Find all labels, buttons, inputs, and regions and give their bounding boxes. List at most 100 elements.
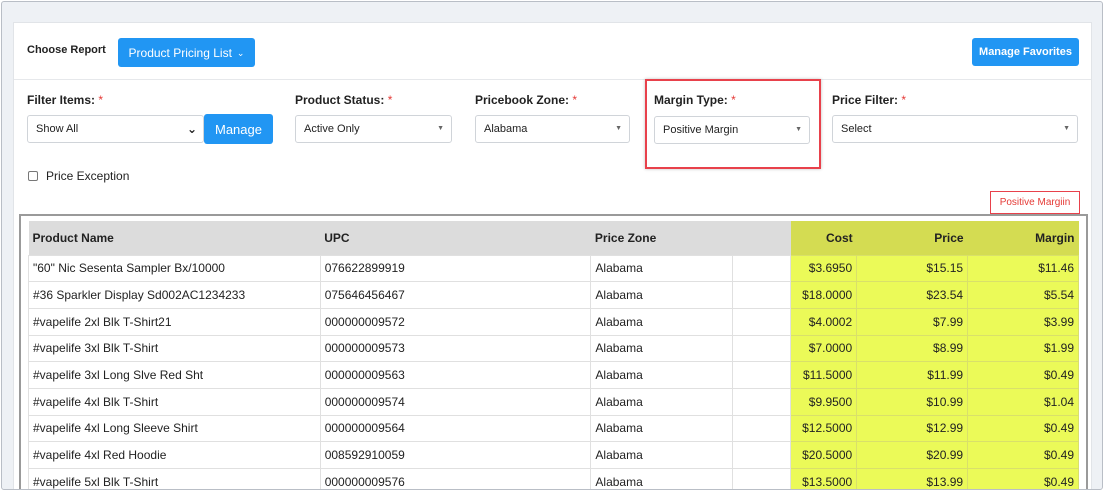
cell-margin: $5.54 — [967, 281, 1079, 309]
cell-cost: $3.6950 — [790, 254, 858, 283]
cell-price: $8.99 — [856, 334, 969, 363]
cell-price-zone: Alabama — [590, 307, 734, 336]
column-header-price[interactable]: Price — [856, 221, 968, 255]
cell-cost: $7.0000 — [790, 334, 858, 363]
column-header-margin[interactable]: Margin — [967, 221, 1079, 255]
report-dropdown-button[interactable]: Product Pricing List ⌄ — [118, 38, 255, 67]
cell-upc: 076622899919 — [319, 254, 592, 283]
cell-upc: 075646456467 — [319, 281, 592, 309]
cell-price: $11.99 — [856, 361, 969, 389]
cell-blank — [732, 414, 792, 443]
filter-items-select[interactable]: Show All ⌄ — [27, 115, 204, 143]
margin-type-highlight — [645, 79, 821, 169]
table-row[interactable]: #vapelife 3xl Long Slve Red Sht 000000009… — [28, 361, 1079, 389]
table-row[interactable]: #vapelife 2xl Blk T-Shirt21 000000009572 A… — [28, 307, 1079, 336]
product-status-value: Active Only — [304, 123, 360, 135]
cell-price-zone: Alabama — [590, 468, 734, 489]
table-row[interactable]: #vapelife 4xl Red Hoodie 008592910059 Alab… — [28, 441, 1079, 469]
pricing-table: Product Name UPC Price Zone Cost Price M… — [28, 221, 1079, 489]
report-header: Choose Report Product Pricing List ⌄ Mana… — [14, 23, 1091, 80]
cell-upc: 000000009574 — [319, 387, 592, 416]
cell-margin: $0.49 — [967, 441, 1079, 469]
table-row[interactable]: #vapelife 4xl Long Sleeve Shirt 000000009… — [28, 414, 1079, 443]
column-header-cost[interactable]: Cost — [790, 221, 857, 255]
cell-blank — [732, 468, 792, 489]
pricebook-zone-label: Pricebook Zone: * — [475, 93, 578, 107]
cell-margin: $11.46 — [967, 254, 1079, 283]
pricebook-zone-value: Alabama — [484, 123, 528, 135]
manage-favorites-button[interactable]: Manage Favorites — [972, 38, 1079, 66]
cell-margin: $1.04 — [967, 387, 1079, 416]
cell-product-name: #vapelife 3xl Long Slve Red Sht — [28, 361, 321, 389]
cell-upc: 000000009576 — [319, 468, 592, 489]
cell-upc: 000000009564 — [319, 414, 592, 443]
cell-cost: $11.5000 — [790, 361, 858, 389]
price-filter-label: Price Filter: * — [832, 93, 907, 107]
cell-price: $20.99 — [856, 441, 969, 469]
column-header-upc[interactable]: UPC — [320, 221, 591, 255]
chevron-down-icon: ⌄ — [186, 122, 197, 136]
cell-price-zone: Alabama — [590, 441, 734, 469]
cell-cost: $9.9500 — [790, 387, 858, 416]
cell-product-name: #vapelife 4xl Long Sleeve Shirt — [28, 414, 321, 443]
cell-cost: $13.5000 — [790, 468, 858, 489]
price-exception-label: Price Exception — [46, 169, 130, 183]
filter-items-value: Show All — [36, 123, 79, 135]
cell-product-name: #vapelife 4xl Red Hoodie — [28, 441, 321, 469]
price-filter-select[interactable]: Select ▼ — [832, 115, 1078, 143]
cell-blank — [732, 334, 792, 363]
table-row[interactable]: "60" Nic Sesenta Sampler Bx/10000 0766228… — [28, 254, 1079, 283]
cell-upc: 000000009572 — [319, 307, 592, 336]
pricebook-zone-select[interactable]: Alabama ▼ — [475, 115, 630, 143]
cell-price: $13.99 — [856, 468, 969, 489]
report-dropdown-label: Product Pricing List — [128, 45, 232, 60]
cell-blank — [732, 441, 792, 469]
table-row[interactable]: #vapelife 3xl Blk T-Shirt 000000009573 Ala… — [28, 334, 1079, 363]
filter-items-label: Filter Items: * — [27, 93, 104, 107]
cell-upc: 000000009573 — [319, 334, 592, 363]
price-exception-checkbox[interactable] — [28, 171, 38, 181]
cell-margin: $1.99 — [967, 334, 1079, 363]
cell-blank — [732, 361, 792, 389]
cell-upc: 008592910059 — [319, 441, 592, 469]
cell-product-name: #vapelife 4xl Blk T-Shirt — [28, 387, 321, 416]
table-row[interactable]: #vapelife 5xl Blk T-Shirt 000000009576 Ala… — [28, 468, 1079, 489]
report-panel: Choose Report Product Pricing List ⌄ Mana… — [13, 22, 1092, 489]
cell-blank — [732, 387, 792, 416]
cell-price: $23.54 — [856, 281, 969, 309]
price-filter-value: Select — [841, 123, 872, 135]
manage-button[interactable]: Manage — [204, 114, 273, 144]
app-frame: Choose Report Product Pricing List ⌄ Mana… — [1, 1, 1103, 490]
product-status-select[interactable]: Active Only ▼ — [295, 115, 452, 143]
cell-price-zone: Alabama — [590, 361, 734, 389]
cell-price-zone: Alabama — [590, 414, 734, 443]
column-header-product-name[interactable]: Product Name — [28, 221, 321, 255]
cell-margin: $3.99 — [967, 307, 1079, 336]
column-header-blank — [732, 221, 791, 255]
cell-blank — [732, 307, 792, 336]
caret-down-icon: ▼ — [615, 125, 622, 132]
product-status-label: Product Status: * — [295, 93, 393, 107]
cell-product-name: #vapelife 5xl Blk T-Shirt — [28, 468, 321, 489]
cell-cost: $12.5000 — [790, 414, 858, 443]
table-row[interactable]: #36 Sparkler Display Sd002AC1234233 07564… — [28, 281, 1079, 309]
choose-report-label: Choose Report — [27, 44, 106, 56]
caret-down-icon: ▼ — [437, 125, 444, 132]
cell-price-zone: Alabama — [590, 254, 734, 283]
cell-margin: $0.49 — [967, 361, 1079, 389]
cell-price: $10.99 — [856, 387, 969, 416]
pricing-table-container: Product Name UPC Price Zone Cost Price M… — [19, 214, 1088, 489]
cell-product-name: "60" Nic Sesenta Sampler Bx/10000 — [28, 254, 321, 283]
cell-blank — [732, 254, 792, 283]
cell-price-zone: Alabama — [590, 281, 734, 309]
chevron-down-icon: ⌄ — [236, 47, 245, 58]
cell-product-name: #vapelife 3xl Blk T-Shirt — [28, 334, 321, 363]
table-row[interactable]: #vapelife 4xl Blk T-Shirt 000000009574 Ala… — [28, 387, 1079, 416]
cell-cost: $18.0000 — [790, 281, 858, 309]
price-exception-row[interactable]: Price Exception — [28, 169, 129, 183]
table-header-row: Product Name UPC Price Zone Cost Price M… — [28, 221, 1079, 255]
cell-product-name: #36 Sparkler Display Sd002AC1234233 — [28, 281, 321, 309]
cell-product-name: #vapelife 2xl Blk T-Shirt21 — [28, 307, 321, 336]
column-header-price-zone[interactable]: Price Zone — [590, 221, 733, 255]
positive-margin-badge: Positive Margiin — [990, 191, 1080, 214]
